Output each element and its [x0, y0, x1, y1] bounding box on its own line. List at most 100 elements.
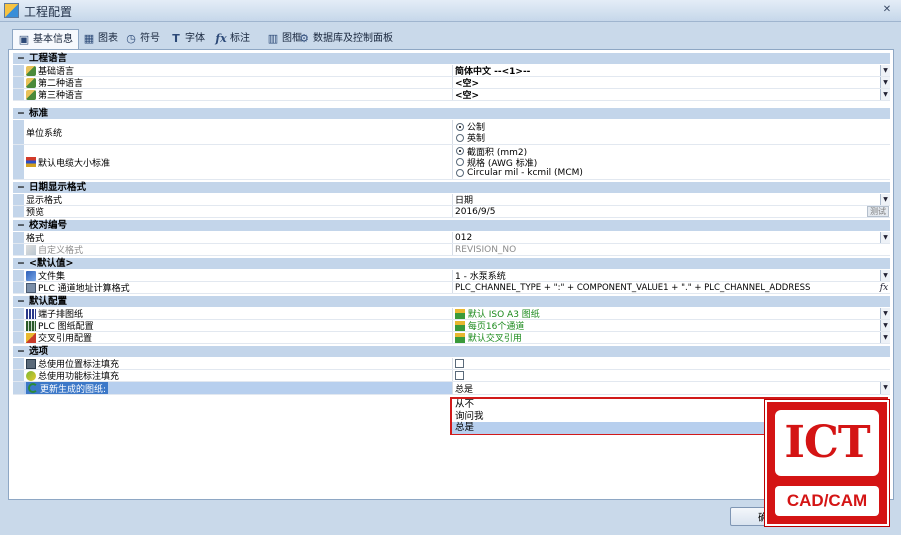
row-third-language[interactable]: 第三种语言 <空> ▼: [13, 89, 890, 101]
row-date-preview: 预览 2016/9/5 测试: [13, 206, 890, 218]
section-revision[interactable]: − 校对编号: [13, 220, 890, 231]
chevron-down-icon[interactable]: ▼: [880, 65, 890, 76]
language-icon: [26, 89, 36, 100]
tab-database[interactable]: ⚙ 数据库及控制面板: [293, 29, 398, 49]
ict-watermark-logo: ICT CAD/CAM: [765, 400, 889, 526]
test-button[interactable]: 测试: [867, 206, 889, 217]
chevron-down-icon[interactable]: ▼: [880, 232, 890, 243]
chevron-down-icon[interactable]: ▼: [880, 332, 890, 343]
row-base-language[interactable]: 基础语言 简体中文 --<1>-- ▼: [13, 65, 890, 77]
chevron-down-icon[interactable]: ▼: [880, 194, 890, 205]
custom-format-value: REVISION_NO: [452, 244, 890, 255]
chevron-down-icon[interactable]: ▼: [880, 270, 890, 281]
collapse-icon[interactable]: −: [16, 220, 26, 231]
cable-radio-group: 截面积 (mm2) 规格 (AWG 标准) Circular mil - kcm…: [452, 145, 890, 179]
section-options[interactable]: − 选项: [13, 346, 890, 357]
chevron-down-icon[interactable]: ▼: [880, 308, 890, 319]
plc-drawing-value[interactable]: 每页16个通道: [452, 320, 890, 331]
close-icon[interactable]: ✕: [880, 3, 894, 17]
formula-icon[interactable]: fx: [878, 282, 890, 293]
row-update-drawings[interactable]: 更新生成的图纸: 总是 ▼: [13, 382, 890, 395]
fileset-value[interactable]: 1 - 水泵系统: [452, 270, 890, 281]
language-icon: [26, 65, 36, 76]
section-standard[interactable]: − 标准: [13, 108, 890, 119]
database-icon: ⚙: [299, 32, 309, 45]
chevron-down-icon[interactable]: ▼: [880, 320, 890, 331]
date-format-value[interactable]: 日期: [452, 194, 890, 205]
logo-ict-text: ICT: [775, 410, 879, 476]
location-fill-checkbox[interactable]: [455, 359, 464, 368]
collapse-icon[interactable]: −: [16, 108, 26, 119]
language-icon: [26, 77, 36, 88]
row-terminal-drawing[interactable]: 端子排图纸 默认 ISO A3 图纸 ▼: [13, 308, 890, 320]
font-icon: T: [172, 32, 180, 45]
revision-format-value[interactable]: 012: [452, 232, 890, 243]
terminal-icon: [26, 308, 36, 319]
collapse-icon[interactable]: −: [16, 53, 26, 64]
function-icon: [26, 370, 36, 381]
cross-reference-value[interactable]: 默认交叉引用: [452, 332, 890, 343]
tab-label: 基本信息: [33, 34, 73, 45]
pencil-icon: [26, 244, 36, 255]
section-language[interactable]: − 工程语言: [13, 53, 890, 64]
drawing-icon: [455, 320, 465, 331]
tab-annotation[interactable]: fx 标注: [210, 29, 255, 49]
fx-icon: fx: [215, 32, 227, 45]
radio-imperial[interactable]: 英制: [456, 132, 890, 144]
section-date[interactable]: − 日期显示格式: [13, 182, 890, 193]
tab-basic-info[interactable]: ▣ 基本信息: [12, 29, 79, 50]
row-unit-system: 单位系统 公制 英制: [13, 120, 890, 145]
section-defaults[interactable]: − <默认值>: [13, 258, 890, 269]
cross-reference-icon: [26, 332, 36, 343]
chart-icon: ▦: [83, 32, 95, 45]
collapse-icon[interactable]: −: [16, 182, 26, 193]
tab-chart[interactable]: ▦ 图表: [78, 29, 123, 49]
row-function-fill[interactable]: 总使用功能标注填充: [13, 370, 890, 382]
base-language-value[interactable]: 简体中文 --<1>--: [452, 65, 890, 76]
logo-cadcam-text: CAD/CAM: [775, 486, 879, 516]
row-second-language[interactable]: 第二种语言 <空> ▼: [13, 77, 890, 89]
clock-icon: ◷: [126, 32, 136, 45]
plc-drawing-icon: [26, 320, 36, 331]
terminal-drawing-value[interactable]: 默认 ISO A3 图纸: [452, 308, 890, 319]
row-cable-standard: 默认电缆大小标准 截面积 (mm2) 规格 (AWG 标准) Circular …: [13, 145, 890, 180]
radio-metric[interactable]: 公制: [456, 121, 890, 133]
tab-symbol[interactable]: ◷ 符号: [120, 29, 165, 49]
row-plc-drawing[interactable]: PLC 图纸配置 每页16个通道 ▼: [13, 320, 890, 332]
function-fill-checkbox[interactable]: [455, 371, 464, 380]
second-language-value[interactable]: <空>: [452, 77, 890, 88]
tab-label: 数据库及控制面板: [313, 33, 393, 44]
update-drawings-value[interactable]: 总是: [452, 382, 890, 394]
collapse-icon[interactable]: −: [16, 346, 26, 357]
row-location-fill[interactable]: 总使用位置标注填充: [13, 358, 890, 370]
tab-font[interactable]: T 字体: [165, 29, 210, 49]
chevron-down-icon[interactable]: ▼: [880, 382, 890, 394]
location-icon: [26, 358, 36, 369]
row-custom-format: 自定义格式 REVISION_NO: [13, 244, 890, 256]
collapse-icon[interactable]: −: [16, 258, 26, 269]
date-preview-value: 2016/9/5: [452, 206, 890, 217]
row-revision-format[interactable]: 格式 012 ▼: [13, 232, 890, 244]
row-plc-address[interactable]: PLC 通道地址计算格式 PLC_CHANNEL_TYPE + ":" + CO…: [13, 282, 890, 294]
window-title: 工程配置: [24, 5, 73, 19]
cable-icon: [26, 157, 36, 167]
frame-icon: ▥: [267, 32, 279, 45]
row-date-format[interactable]: 显示格式 日期 ▼: [13, 194, 890, 206]
drawing-icon: [455, 332, 465, 343]
radio-mcm[interactable]: Circular mil - kcmil (MCM): [456, 168, 890, 179]
row-fileset[interactable]: 文件集 1 - 水泵系统 ▼: [13, 270, 890, 282]
collapse-icon[interactable]: −: [16, 296, 26, 307]
app-icon: [4, 3, 19, 18]
section-config[interactable]: − 默认配置: [13, 296, 890, 307]
plc-address-value[interactable]: PLC_CHANNEL_TYPE + ":" + COMPONENT_VALUE…: [452, 282, 890, 293]
tab-bar: ▣ 基本信息 ▦ 图表 ◷ 符号 T 字体 fx 标注 ▥ 图框 ⚙ 数据库及控…: [8, 29, 894, 50]
chevron-down-icon[interactable]: ▼: [880, 89, 890, 100]
radio-awg[interactable]: 规格 (AWG 标准): [456, 157, 890, 169]
third-language-value[interactable]: <空>: [452, 89, 890, 100]
title-bar: 工程配置 ✕: [0, 0, 901, 22]
refresh-icon: [28, 383, 38, 393]
info-icon: ▣: [18, 33, 30, 46]
row-cross-reference[interactable]: 交叉引用配置 默认交叉引用 ▼: [13, 332, 890, 344]
chevron-down-icon[interactable]: ▼: [880, 77, 890, 88]
unit-radio-group: 公制 英制: [452, 120, 890, 144]
